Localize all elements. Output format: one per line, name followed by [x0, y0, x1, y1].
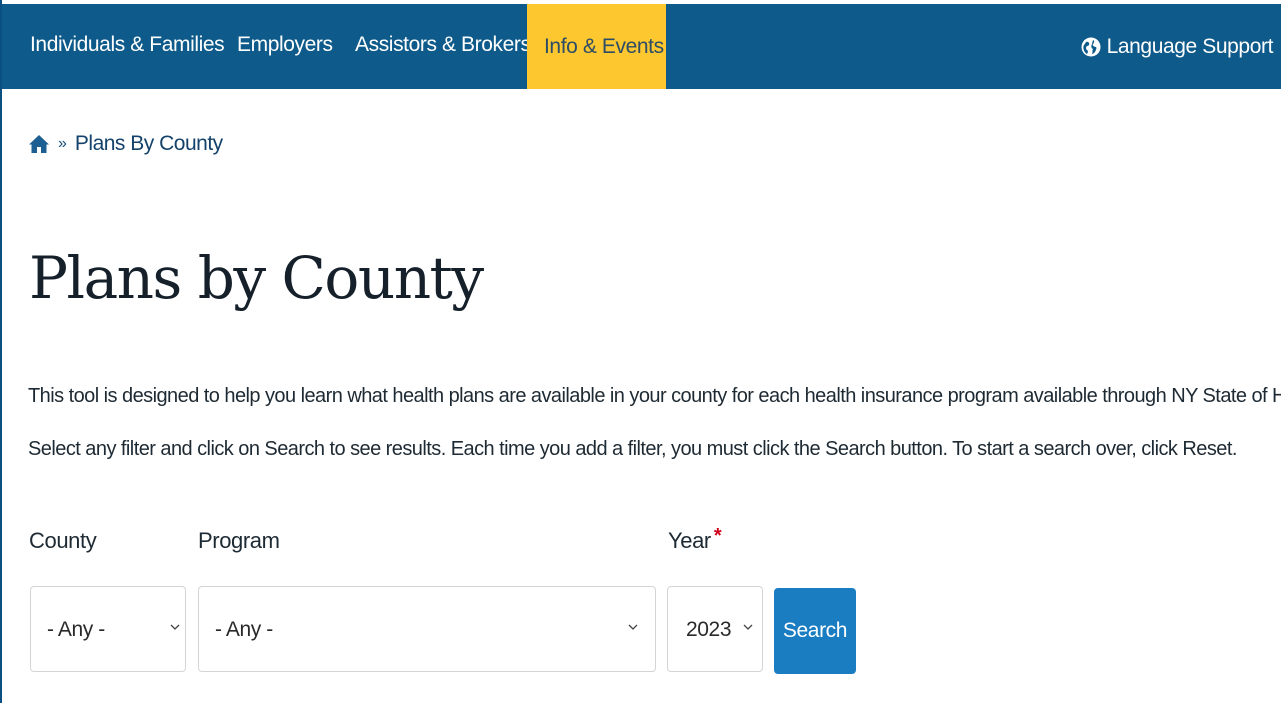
chevron-down-icon — [628, 624, 638, 630]
description-line-2: Select any filter and click on Search to… — [28, 438, 1237, 460]
language-support-label: Language Support — [1106, 35, 1274, 58]
program-select[interactable]: - Any - — [198, 586, 656, 672]
home-icon[interactable] — [28, 133, 50, 155]
chevron-down-icon — [743, 624, 753, 630]
breadcrumb: » Plans By County — [28, 132, 223, 156]
globe-icon — [1081, 37, 1101, 56]
county-select-value: - Any - — [47, 618, 105, 641]
page-title: Plans by County — [29, 244, 484, 312]
county-label: County — [29, 528, 97, 553]
description-line-1: This tool is designed to help you learn … — [28, 385, 1281, 407]
program-select-value: - Any - — [215, 618, 273, 641]
chevron-down-icon — [170, 624, 180, 630]
search-button[interactable]: Search — [774, 588, 856, 674]
required-asterisk: * — [713, 525, 722, 547]
nav-item-employers[interactable]: Employers — [237, 4, 333, 89]
nav-item-individuals-families[interactable]: Individuals & Families — [30, 4, 225, 89]
year-select-value: 2023 — [686, 618, 732, 641]
language-support-link[interactable]: Language Support — [1081, 4, 1273, 89]
county-select[interactable]: - Any - — [30, 586, 186, 672]
top-navigation: Individuals & Families Employers Assisto… — [2, 0, 1281, 89]
program-label: Program — [198, 528, 280, 553]
breadcrumb-current: Plans By County — [74, 132, 223, 155]
page-frame: Individuals & Families Employers Assisto… — [0, 0, 1281, 703]
year-select[interactable]: 2023 — [667, 586, 763, 672]
breadcrumb-separator: » — [58, 135, 67, 152]
nav-item-info-events[interactable]: Info & Events — [527, 4, 666, 89]
nav-item-assistors-brokers[interactable]: Assistors & Brokers — [355, 4, 531, 89]
year-label: Year * — [668, 525, 722, 553]
